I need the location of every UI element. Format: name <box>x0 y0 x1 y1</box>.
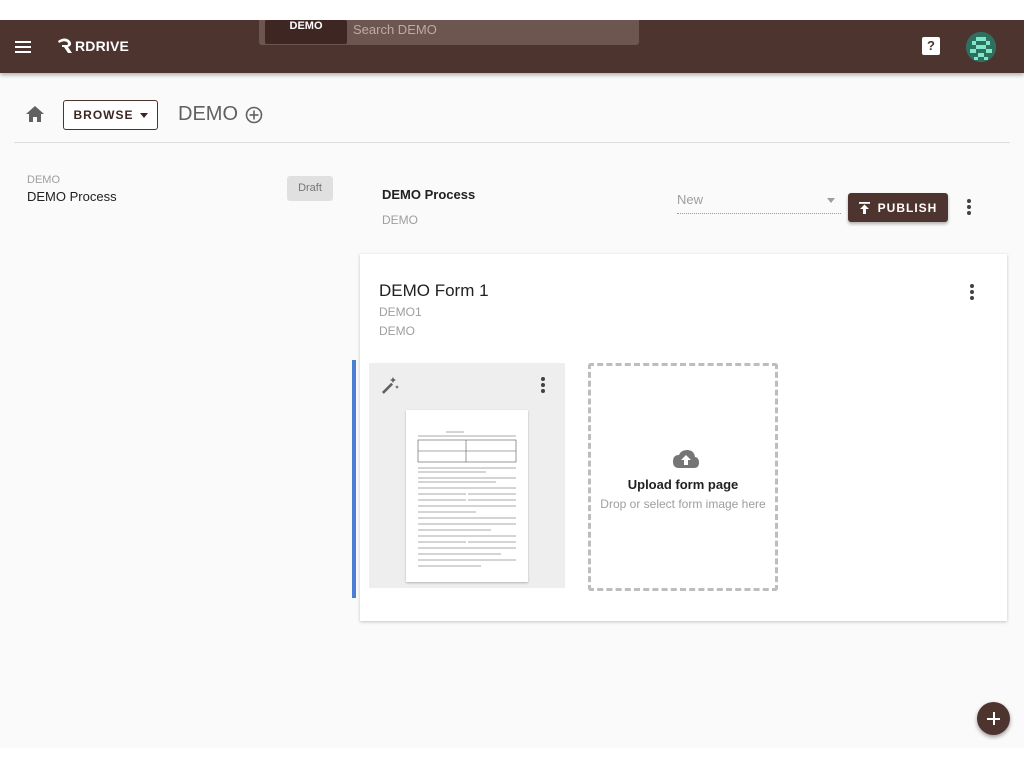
cloud-upload-icon <box>673 450 699 468</box>
search-scope-chip[interactable]: DEMO <box>265 20 347 44</box>
header-divider <box>14 142 1010 143</box>
publish-icon <box>858 201 870 214</box>
process-name: DEMO Process <box>27 189 117 204</box>
publish-button[interactable]: PUBLISH <box>848 193 948 222</box>
selection-accent-bar <box>352 360 356 598</box>
status-select-value: New <box>677 192 704 207</box>
publish-label: PUBLISH <box>877 200 938 215</box>
process-category: DEMO <box>27 174 60 186</box>
document-preview-icon <box>417 431 517 567</box>
form-more-vert-icon[interactable] <box>964 283 980 301</box>
help-icon[interactable]: ? <box>922 37 940 55</box>
form-page-thumbnail[interactable] <box>369 363 565 588</box>
avatar-pattern-icon <box>966 32 996 62</box>
add-circle-icon[interactable] <box>244 105 264 125</box>
caret-down-icon <box>139 112 148 118</box>
app-root: RDRIVE DEMO ? BROWSE <box>0 20 1024 748</box>
upload-title: Upload form page <box>627 477 739 492</box>
form-code: DEMO1 <box>379 305 422 319</box>
status-select[interactable]: New <box>677 190 841 214</box>
app-logo[interactable]: RDRIVE <box>56 36 129 56</box>
breadcrumb-title: DEMO <box>178 103 238 125</box>
menu-icon[interactable] <box>14 39 34 55</box>
status-badge: Draft <box>287 176 333 201</box>
process-code: DEMO <box>382 213 418 227</box>
browse-button[interactable]: BROWSE <box>63 100 158 130</box>
caret-down-icon <box>827 198 835 203</box>
process-more-vert-icon[interactable] <box>961 198 977 216</box>
brand-name: RDRIVE <box>75 38 130 54</box>
form-category: DEMO <box>379 324 415 338</box>
magic-wand-icon[interactable] <box>380 375 400 395</box>
upload-dropzone[interactable]: Upload form page Drop or select form ima… <box>588 363 778 591</box>
process-title: DEMO Process <box>382 187 476 202</box>
avatar[interactable] <box>966 32 996 62</box>
page-more-vert-icon[interactable] <box>535 376 551 394</box>
search-bar: DEMO <box>259 20 639 45</box>
upload-subtitle: Drop or select form image here <box>600 497 766 511</box>
search-input[interactable] <box>353 21 623 37</box>
form-page-image <box>406 410 528 582</box>
top-app-bar: RDRIVE DEMO ? <box>0 20 1024 73</box>
add-icon[interactable] <box>977 702 1010 735</box>
form-card: DEMO Form 1 DEMO1 DEMO Upload form page … <box>360 254 1007 621</box>
home-icon[interactable] <box>25 105 45 123</box>
list-item[interactable]: DEMO DEMO Process Draft <box>14 168 339 208</box>
browse-label: BROWSE <box>73 108 134 122</box>
logo-icon <box>58 38 72 53</box>
form-title: DEMO Form 1 <box>379 281 489 300</box>
